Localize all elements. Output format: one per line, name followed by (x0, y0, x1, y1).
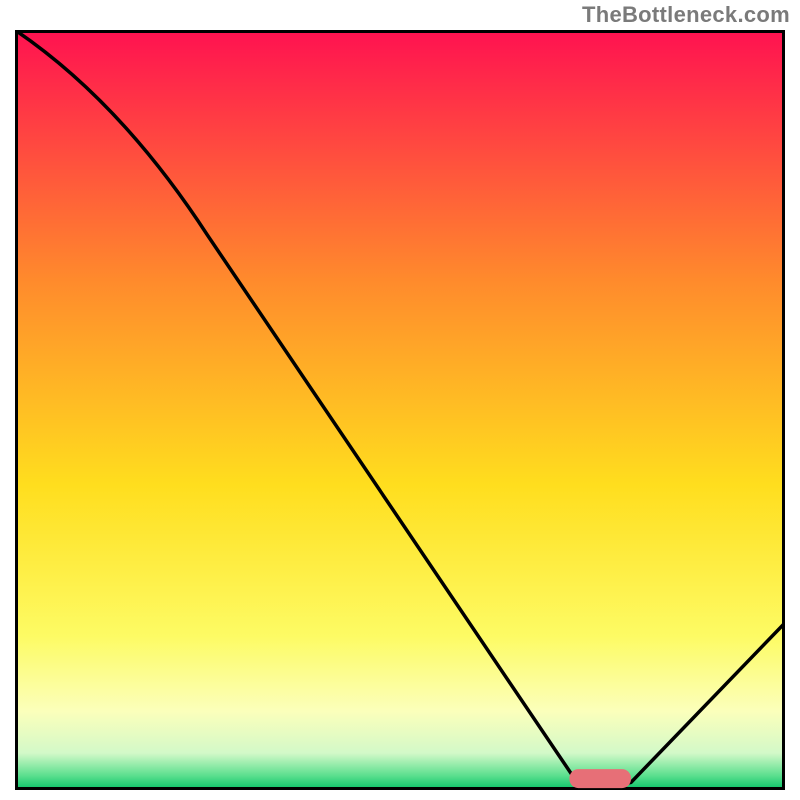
chart-frame: TheBottleneck.com (0, 0, 800, 800)
bottleneck-chart (15, 30, 785, 790)
plot-background (18, 33, 782, 787)
watermark-label: TheBottleneck.com (582, 2, 790, 28)
optimal-marker (569, 769, 631, 788)
